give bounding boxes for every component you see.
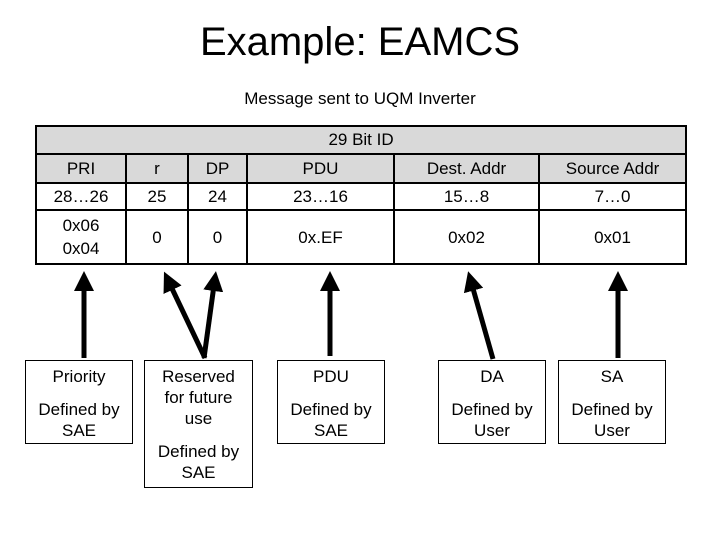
pdu-box-desc: Defined by SAE (290, 400, 372, 440)
priority-box-title: Priority (52, 367, 106, 386)
da-box-title: DA (480, 367, 504, 386)
sa-box-desc: Defined by User (571, 400, 653, 440)
arrow-da (463, 271, 496, 360)
da-box: DA Defined by User (438, 360, 546, 444)
priority-box: Priority Defined by SAE (25, 360, 133, 444)
sa-box-title: SA (600, 367, 624, 386)
reserved-box: Reserved for future use Defined by SAE (144, 360, 253, 488)
arrow-reserved-r (163, 271, 208, 360)
priority-box-desc: Defined by SAE (38, 400, 120, 440)
arrow-reserved-dp (201, 271, 224, 359)
pdu-box-title: PDU (313, 367, 349, 386)
sa-box: SA Defined by User (558, 360, 666, 444)
pdu-box: PDU Defined by SAE (277, 360, 385, 444)
reserved-box-desc: Defined by SAE (157, 442, 240, 482)
da-box-desc: Defined by User (451, 400, 533, 440)
arrow-layer (74, 270, 628, 360)
reserved-box-title: Reserved for future use (162, 367, 235, 428)
